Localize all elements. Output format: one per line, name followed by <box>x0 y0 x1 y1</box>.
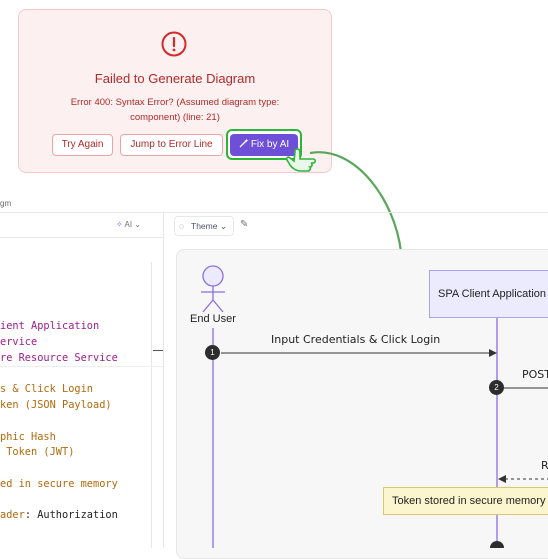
message-label: Input Credentials & Click Login <box>271 333 441 346</box>
message-label: POST <box>522 368 548 381</box>
message-label: R <box>541 459 548 472</box>
step-number-badge: 2 <box>489 380 504 395</box>
note-box: Token stored in secure memory <box>383 487 548 515</box>
sequence-lines <box>212 318 548 548</box>
step-number-badge: 1 <box>205 345 220 360</box>
